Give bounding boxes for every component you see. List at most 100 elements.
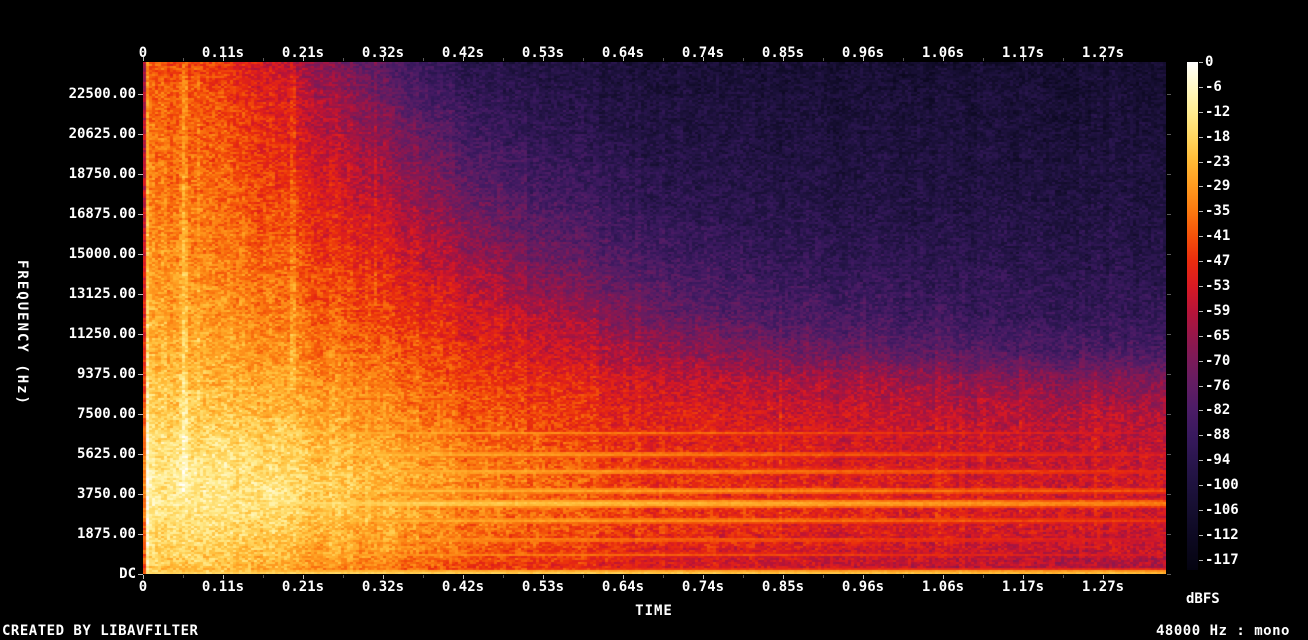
freq-tick-label: DC: [119, 566, 136, 582]
colorbar-tick-label: 0: [1205, 54, 1214, 70]
tick-mark: [1199, 534, 1203, 536]
time-tick-label: 0.32s: [361, 579, 405, 595]
sample-info: 48000 Hz : mono: [1156, 623, 1290, 639]
tick-mark: [863, 575, 864, 579]
freq-tick-label: 9375.00: [76, 366, 136, 382]
tick-mark: [623, 57, 624, 61]
tick-mark-minor: [1063, 58, 1064, 61]
tick-mark: [703, 575, 704, 579]
tick-mark: [943, 575, 944, 579]
colorbar-tick-label: -88: [1205, 427, 1231, 444]
tick-mark: [783, 57, 784, 61]
time-tick-label: 0.11s: [201, 579, 245, 595]
tick-mark: [623, 575, 624, 579]
time-tick-label: 0.74s: [681, 579, 725, 595]
tick-mark: [1199, 335, 1203, 337]
colorbar-tick-label: -41: [1205, 228, 1231, 245]
freq-tick-label: 1875.00: [76, 526, 136, 542]
colorbar-tick-label: -6: [1205, 78, 1222, 95]
tick-mark: [863, 57, 864, 61]
time-tick-label: 0.53s: [521, 579, 565, 595]
tick-mark-minor: [983, 58, 984, 61]
colorbar-tick-label: -47: [1205, 253, 1231, 270]
tick-mark-minor: [583, 575, 584, 578]
time-tick-label: 0.85s: [761, 579, 805, 595]
tick-mark-minor: [343, 575, 344, 578]
tick-mark: [303, 57, 304, 61]
time-tick-label: 0: [138, 579, 148, 595]
tick-mark-minor: [663, 575, 664, 578]
tick-mark: [1167, 454, 1171, 455]
tick-mark: [1199, 385, 1203, 387]
tick-mark: [1199, 161, 1203, 163]
tick-mark: [1167, 134, 1171, 135]
tick-mark-minor: [1063, 575, 1064, 578]
tick-mark: [943, 57, 944, 61]
tick-mark: [1167, 334, 1171, 335]
freq-tick-label: 20625.00: [68, 126, 136, 142]
time-tick-label: 1.27s: [1081, 579, 1125, 595]
tick-mark-minor: [743, 575, 744, 578]
time-tick-label: 0.42s: [441, 579, 485, 595]
tick-mark: [1199, 460, 1203, 462]
tick-mark: [1167, 414, 1171, 415]
tick-mark: [1167, 374, 1171, 375]
tick-mark-minor: [823, 58, 824, 61]
tick-mark: [1167, 574, 1171, 575]
tick-mark: [1167, 214, 1171, 215]
colorbar-tick-label: -18: [1205, 128, 1231, 145]
tick-mark: [143, 575, 144, 579]
colorbar-unit-label: dBFS: [1186, 591, 1220, 607]
tick-mark-minor: [503, 575, 504, 578]
colorbar-tick-label: -70: [1205, 352, 1231, 369]
freq-tick-label: 18750.00: [68, 166, 136, 182]
tick-mark-minor: [263, 58, 264, 61]
tick-mark: [783, 575, 784, 579]
colorbar-tick-label: -12: [1205, 103, 1231, 120]
tick-mark-minor: [183, 575, 184, 578]
time-axis-title: TIME: [635, 603, 673, 619]
freq-tick-label: 7500.00: [76, 406, 136, 422]
colorbar-gradient: [1187, 62, 1198, 570]
tick-mark: [1199, 111, 1203, 113]
tick-mark: [1199, 410, 1203, 412]
tick-mark-minor: [823, 575, 824, 578]
tick-mark: [383, 575, 384, 579]
tick-mark: [1167, 94, 1171, 95]
tick-mark: [1199, 186, 1203, 188]
colorbar-tick-label: -100: [1205, 477, 1239, 494]
colorbar-tick-label: -94: [1205, 452, 1231, 469]
tick-mark: [1199, 236, 1203, 238]
colorbar-tick-label: -65: [1205, 327, 1231, 344]
tick-mark-minor: [423, 58, 424, 61]
freq-axis-title: FREQUENCY (Hz): [14, 259, 30, 406]
tick-mark: [1199, 510, 1203, 512]
tick-mark: [1023, 57, 1024, 61]
tick-mark-minor: [743, 58, 744, 61]
tick-mark: [1167, 494, 1171, 495]
tick-mark: [1199, 62, 1203, 63]
colorbar-tick-label: -82: [1205, 402, 1231, 419]
colorbar-tick-label: -59: [1205, 302, 1231, 319]
tick-mark: [383, 57, 384, 61]
tick-mark: [1199, 136, 1203, 138]
tick-mark-minor: [983, 575, 984, 578]
tick-mark: [1199, 559, 1203, 561]
colorbar-tick-label: -117: [1205, 551, 1239, 568]
colorbar-tick-label: -29: [1205, 178, 1231, 195]
colorbar-tick-label: -35: [1205, 203, 1231, 220]
tick-mark-minor: [903, 575, 904, 578]
colorbar-tick-label: -106: [1205, 502, 1239, 519]
tick-mark: [143, 57, 144, 61]
freq-tick-label: 16875.00: [68, 206, 136, 222]
tick-mark: [1199, 435, 1203, 437]
tick-mark: [303, 575, 304, 579]
time-tick-label: 1.06s: [921, 579, 965, 595]
tick-mark: [138, 574, 143, 575]
colorbar-tick-label: -23: [1205, 153, 1231, 170]
freq-tick-label: 15000.00: [68, 246, 136, 262]
tick-mark: [703, 57, 704, 61]
tick-mark: [1167, 534, 1171, 535]
tick-mark: [1103, 575, 1104, 579]
tick-mark: [1199, 261, 1203, 263]
